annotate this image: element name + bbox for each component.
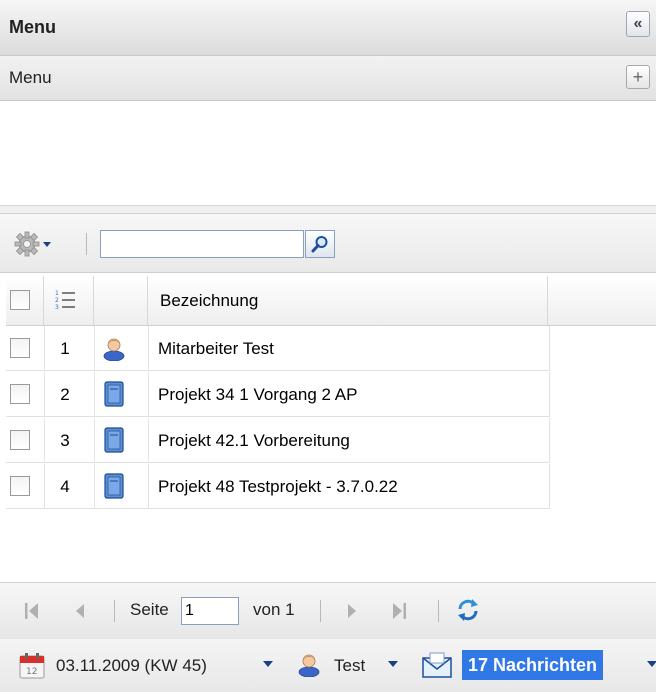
project-book-icon [104,473,124,499]
messages-count: 17 Nachrichten [468,654,598,675]
row-checkbox[interactable] [10,430,30,450]
expand-menu-button[interactable]: + [626,65,650,89]
svg-text:2: 2 [55,297,59,304]
messages-count-badge[interactable]: 17 Nachrichten [462,650,604,680]
cell-divider [148,418,149,462]
magnifier-icon [311,236,328,253]
column-header-label: Bezeichnung [160,291,259,310]
page-number-input[interactable] [181,597,239,625]
paging-separator [114,600,115,622]
paging-separator [320,600,321,622]
status-bar: 12 03.11.2009 (KW 45) Test 17 Nachrichte… [0,639,656,692]
svg-text:3: 3 [55,304,59,311]
last-page-icon[interactable] [389,600,409,622]
row-name: Projekt 34 1 Vorgang 2 AP [158,385,358,404]
previous-page-icon[interactable] [70,600,90,622]
cell-divider [148,372,149,416]
table-row[interactable]: 2 Projekt 34 1 Vorgang 2 AP [6,372,550,417]
table-row[interactable]: 4 Projekt 48 Testprojekt - 3.7.0.22 [6,464,550,509]
panel-splitter[interactable] [0,206,656,214]
envelope-icon [422,652,452,678]
numbered-list-icon: 1 2 3 [55,290,75,311]
cell-divider [44,372,45,416]
cell-divider [94,326,95,370]
cell-divider [148,464,149,508]
table-row[interactable]: 1 Mitarbeiter Test [6,326,550,371]
plus-icon: + [632,67,644,87]
cell-divider [94,418,95,462]
row-number: 2 [60,385,70,404]
date-label: 03.11.2009 (KW 45) [56,656,207,675]
grid-toolbar [0,214,656,273]
cell-divider [44,418,45,462]
menu-section-label: Menu [9,68,52,87]
page-count-label: von 1 [253,600,295,619]
gear-icon [14,231,40,257]
next-page-icon[interactable] [342,600,362,622]
double-chevron-left-icon: « [633,15,643,32]
collapse-panel-button[interactable]: « [626,11,650,37]
chevron-down-icon [647,661,656,667]
row-checkbox[interactable] [10,476,30,496]
row-name: Projekt 48 Testprojekt - 3.7.0.22 [158,477,398,496]
svg-text:1: 1 [55,290,59,297]
select-all-column [6,276,44,325]
user-icon [103,338,125,361]
svg-text:12: 12 [26,667,37,677]
dropdown-arrow-icon [43,241,51,247]
page-label: Seite [130,600,169,619]
row-number: 4 [60,477,70,496]
panel-header: Menu « [0,0,656,56]
row-number: 3 [60,431,70,450]
grid-header: 1 2 3 Bezeichnung [6,276,656,326]
paging-toolbar: Seite von 1 [0,582,656,640]
user-icon [298,654,320,677]
toolbar-separator [86,233,87,255]
row-checkbox[interactable] [10,384,30,404]
project-book-icon [104,427,124,453]
cell-divider [94,464,95,508]
column-header-bezeichnung[interactable]: Bezeichnung [148,276,548,325]
menu-body [0,101,656,206]
cell-divider [94,372,95,416]
cell-divider [148,326,149,370]
row-name: Mitarbeiter Test [158,339,274,358]
cell-divider [44,464,45,508]
user-name: Test [334,656,366,675]
table-row[interactable]: 3 Projekt 42.1 Vorbereitung [6,418,550,463]
project-book-icon [104,381,124,407]
cell-divider [44,326,45,370]
first-page-icon[interactable] [22,600,42,622]
row-checkbox[interactable] [10,338,30,358]
row-number-column[interactable]: 1 2 3 [44,276,94,325]
type-icon-column [94,276,148,325]
paging-separator [438,600,439,622]
row-number: 1 [60,339,70,358]
chevron-down-icon [388,661,398,667]
row-name: Projekt 42.1 Vorbereitung [158,431,350,450]
calendar-icon: 12 [19,653,45,679]
refresh-icon[interactable] [456,598,480,622]
settings-menu-button[interactable] [14,231,66,257]
search-button[interactable] [305,230,335,258]
select-all-checkbox[interactable] [10,290,30,310]
search-input[interactable] [100,230,304,258]
panel-title: Menu [9,17,56,37]
menu-section-header[interactable]: Menu + [0,56,656,101]
chevron-down-icon [263,661,273,667]
